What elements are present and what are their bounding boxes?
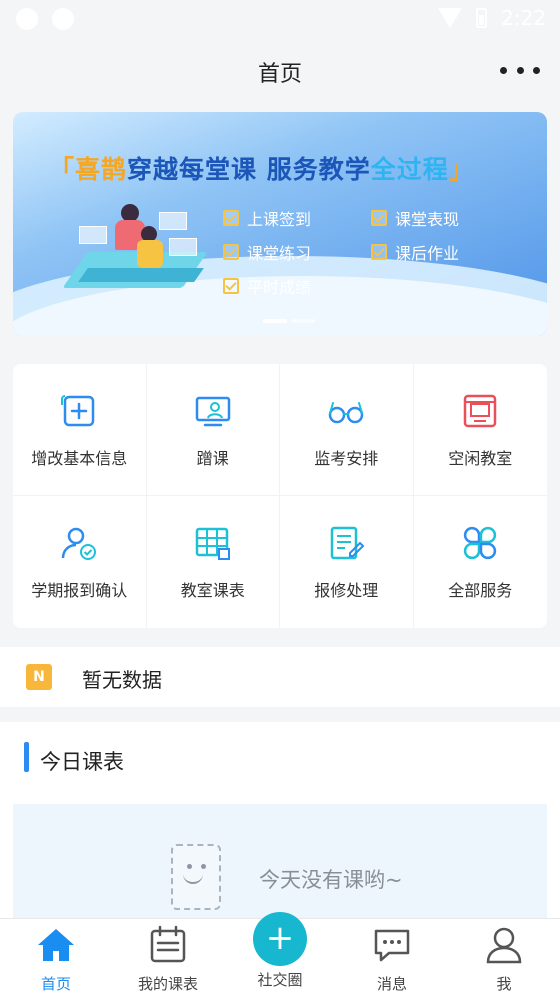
service-audit-class[interactable]: 蹭课 (146, 364, 280, 496)
user-check-icon (62, 527, 97, 560)
promo-banner[interactable]: 「喜鹊穿越每堂课 服务教学全过程」 上课签到 课堂表现 课堂练习 课后作业 平时… (13, 112, 547, 336)
banner-feature: 平时成绩 (223, 274, 311, 298)
notification-icon-2 (52, 8, 74, 30)
tab-messages[interactable]: 消息 (352, 925, 432, 994)
banner-feature: 课堂表现 (371, 206, 459, 230)
banner-feature: 课后作业 (371, 240, 459, 264)
notice-badge-icon: N (26, 664, 52, 690)
classroom-icon (464, 394, 497, 427)
battery-icon (476, 8, 488, 28)
tab-my-timetable[interactable]: 我的课表 (128, 925, 208, 994)
status-bar: 2:22 (0, 0, 560, 40)
notification-icon (16, 8, 38, 30)
carousel-dots[interactable] (263, 319, 315, 323)
checkbox-icon (223, 278, 239, 294)
section-accent-bar (24, 742, 29, 772)
service-edit-info[interactable]: 增改基本信息 (13, 364, 147, 496)
message-icon (374, 929, 410, 962)
empty-face-icon (161, 844, 237, 914)
today-schedule-section: 今日课表 今天没有课哟~ (0, 722, 560, 922)
status-time: 2:22 (501, 6, 546, 30)
timetable-icon (195, 527, 230, 560)
empty-schedule-text: 今天没有课哟~ (259, 868, 403, 892)
plus-square-icon (61, 394, 95, 426)
section-title: 今日课表 (40, 750, 124, 774)
wifi-icon (438, 8, 463, 28)
title-bar: 首页 (0, 40, 560, 100)
social-plus-button[interactable]: + (253, 912, 307, 966)
carousel-dot[interactable] (291, 319, 315, 323)
calendar-icon (150, 925, 186, 963)
service-all[interactable]: 全部服务 (414, 496, 548, 628)
tab-home[interactable]: 首页 (16, 925, 96, 994)
tab-me[interactable]: 我 (464, 925, 544, 994)
banner-feature: 上课签到 (223, 206, 311, 230)
profile-icon (486, 927, 522, 964)
monitor-user-icon (195, 396, 230, 426)
service-classroom-timetable[interactable]: 教室课表 (147, 496, 280, 628)
banner-feature: 课堂练习 (223, 240, 311, 264)
banner-headline: 「喜鹊穿越每堂课 服务教学全过程」 (49, 155, 475, 184)
service-semester-checkin[interactable]: 学期报到确认 (13, 496, 147, 628)
page-title: 首页 (257, 62, 302, 87)
notice-bar[interactable]: N 暂无数据 (0, 647, 560, 707)
checkbox-icon (371, 210, 387, 226)
checkbox-icon (223, 210, 239, 226)
service-repair[interactable]: 报修处理 (280, 496, 414, 628)
service-exam-schedule[interactable]: 监考安排 (280, 364, 414, 496)
repair-form-icon (331, 526, 365, 560)
plus-icon: + (265, 918, 295, 958)
glasses-icon (329, 401, 364, 423)
all-services-icon (464, 526, 497, 560)
services-grid: 增改基本信息 蹭课 监考安排 空闲教室 学期报到确认 教室课表 报修处理 全部服… (13, 364, 547, 628)
teaching-illustration (62, 198, 215, 308)
service-free-classroom[interactable]: 空闲教室 (413, 364, 547, 496)
carousel-dot[interactable] (263, 319, 287, 323)
home-icon (38, 929, 74, 961)
notice-text: 暂无数据 (82, 668, 162, 692)
checkbox-icon (223, 244, 239, 260)
more-dots-icon[interactable] (500, 58, 540, 82)
empty-schedule-panel: 今天没有课哟~ (13, 804, 547, 922)
checkbox-icon (371, 244, 387, 260)
